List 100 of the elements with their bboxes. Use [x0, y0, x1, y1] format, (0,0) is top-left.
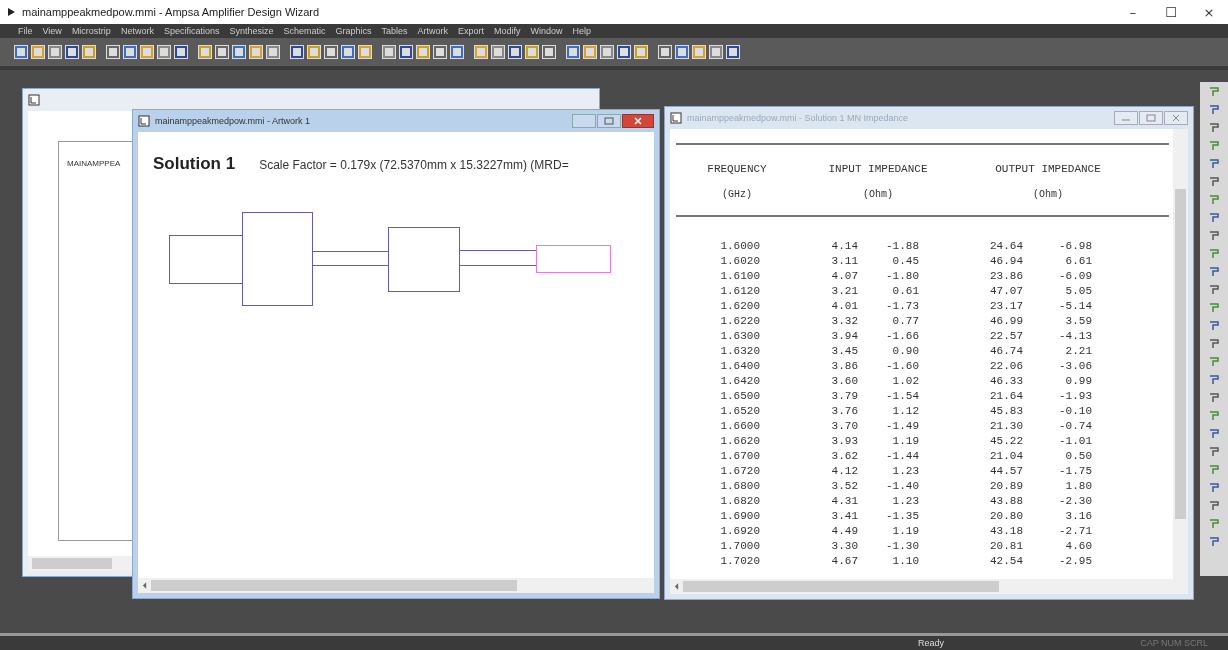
table-cell-text: -6.98 — [1058, 239, 1092, 254]
table-cell-text: 20.81 — [989, 539, 1023, 554]
column-header: OUTPUT IMPEDANCE — [995, 163, 1101, 175]
toolbar-icon[interactable] — [1208, 212, 1220, 224]
table-cell-text: -4.13 — [1058, 329, 1092, 344]
minimize-icon[interactable] — [572, 114, 596, 128]
toolbar-icon[interactable] — [174, 45, 188, 59]
toolbar-icon[interactable] — [675, 45, 689, 59]
toolbar-icon[interactable] — [433, 45, 447, 59]
toolbar-icon[interactable] — [1208, 338, 1220, 350]
menu-item[interactable]: Artwork — [417, 26, 449, 36]
toolbar-icon[interactable] — [1208, 266, 1220, 278]
table-cell-text: 46.99 — [989, 314, 1023, 329]
toolbar-icon[interactable] — [1208, 446, 1220, 458]
table-cell-text: 3.93 — [830, 434, 858, 449]
table-cell-text: -1.49 — [885, 419, 919, 434]
scroll-left-icon[interactable] — [142, 582, 147, 589]
menu-item[interactable]: Schematic — [283, 26, 326, 36]
toolbar-icon[interactable] — [382, 45, 396, 59]
toolbar-icon[interactable] — [232, 45, 246, 59]
menu-item[interactable]: View — [42, 26, 62, 36]
minimize-icon[interactable] — [1114, 111, 1138, 125]
table-cell-text: 1.6200 — [719, 299, 760, 314]
table-cell-text: 1.6120 — [719, 284, 760, 299]
menu-item[interactable]: File — [18, 26, 33, 36]
toolbar-icon[interactable] — [1208, 428, 1220, 440]
scroll-left-icon[interactable] — [674, 583, 679, 590]
toolbar-icon[interactable] — [290, 45, 304, 59]
table-cell-text: -2.95 — [1058, 554, 1092, 569]
menu-item[interactable]: Graphics — [335, 26, 372, 36]
table-cell-text: 1.7000 — [719, 539, 760, 554]
toolbar-icon[interactable] — [14, 45, 28, 59]
toolbar-icon[interactable] — [399, 45, 413, 59]
toolbar-icon[interactable] — [1208, 284, 1220, 296]
toolbar-icon[interactable] — [566, 45, 580, 59]
toolbar-icon[interactable] — [1208, 230, 1220, 242]
table-cell-text: 1.6300 — [719, 329, 760, 344]
toolbar-icon[interactable] — [1208, 374, 1220, 386]
toolbar-icon[interactable] — [1208, 122, 1220, 134]
menu-item[interactable]: Window — [530, 26, 563, 36]
toolbar-icon[interactable] — [1208, 500, 1220, 512]
menu-item[interactable]: Synthesize — [229, 26, 274, 36]
window-control-button[interactable]: ☐ — [1152, 0, 1190, 24]
table-cell-text: 1.6220 — [719, 314, 760, 329]
table-cell-text: 1.19 — [891, 434, 919, 449]
toolbar-icon[interactable] — [324, 45, 338, 59]
table-cell-text: 3.59 — [1064, 314, 1092, 329]
table-cell-text: 3.30 — [830, 539, 858, 554]
table-cell-text: -0.10 — [1058, 404, 1092, 419]
toolbar-icon[interactable] — [658, 45, 672, 59]
maximize-icon[interactable] — [1139, 111, 1163, 125]
table-cell-text: 3.21 — [830, 284, 858, 299]
menu-item[interactable]: Export — [458, 26, 485, 36]
toolbar-icon[interactable] — [542, 45, 556, 59]
table-cell-text: 1.6420 — [719, 374, 760, 389]
toolbar-icon[interactable] — [1208, 176, 1220, 188]
menu-item[interactable]: Tables — [381, 26, 408, 36]
window-control-button[interactable]: × — [1190, 0, 1228, 24]
table-cell-text: -1.73 — [885, 299, 919, 314]
table-cell-text: 43.18 — [989, 524, 1023, 539]
window-control-button[interactable]: – — [1114, 0, 1152, 24]
toolbar-icon[interactable] — [1208, 104, 1220, 116]
menu-item[interactable]: Specifications — [163, 26, 220, 36]
toolbar-icon[interactable] — [215, 45, 229, 59]
toolbar-icon[interactable] — [508, 45, 522, 59]
toolbar-icon[interactable] — [341, 45, 355, 59]
table-cell-text: 4.12 — [830, 464, 858, 479]
menu-item[interactable]: Modify — [494, 26, 521, 36]
toolbar-icon[interactable] — [600, 45, 614, 59]
table-cell-text: 0.99 — [1064, 374, 1092, 389]
window-title: mainamppeakmedpow.mmi - Artwork 1 — [155, 116, 311, 126]
toolbar-icon[interactable] — [617, 45, 631, 59]
table-cell-text: 1.6600 — [719, 419, 760, 434]
table-cell-text: 1.10 — [891, 554, 919, 569]
toolbar-icon[interactable] — [48, 45, 62, 59]
table-cell-text: 46.74 — [989, 344, 1023, 359]
maximize-icon[interactable] — [597, 114, 621, 128]
menu-item[interactable]: Microstrip — [71, 26, 111, 36]
toolbar-icon[interactable] — [726, 45, 740, 59]
table-cell-text: -1.30 — [885, 539, 919, 554]
toolbar-icon[interactable] — [1208, 320, 1220, 332]
toolbar-icon[interactable] — [157, 45, 171, 59]
toolbar-icon[interactable] — [491, 45, 505, 59]
menu-item[interactable]: Help — [572, 26, 592, 36]
toolbar-icon[interactable] — [65, 45, 79, 59]
toolbar-icon[interactable] — [709, 45, 723, 59]
toolbar-icon[interactable] — [1208, 392, 1220, 404]
toolbar-icon[interactable] — [1208, 482, 1220, 494]
toolbar-icon[interactable] — [123, 45, 137, 59]
toolbar-icon[interactable] — [1208, 158, 1220, 170]
table-cell-text: -1.54 — [885, 389, 919, 404]
table-cell-text: 4.07 — [830, 269, 858, 284]
toolbar-icon[interactable] — [266, 45, 280, 59]
close-icon[interactable] — [622, 114, 654, 128]
toolbar-icon[interactable] — [106, 45, 120, 59]
menu-item[interactable]: Network — [120, 26, 154, 36]
toolbar-icon[interactable] — [1208, 536, 1220, 548]
page-heading: MAINAMPPEA — [67, 159, 121, 168]
toolbar-icon[interactable] — [450, 45, 464, 59]
table-cell-text: 5.05 — [1064, 284, 1092, 299]
